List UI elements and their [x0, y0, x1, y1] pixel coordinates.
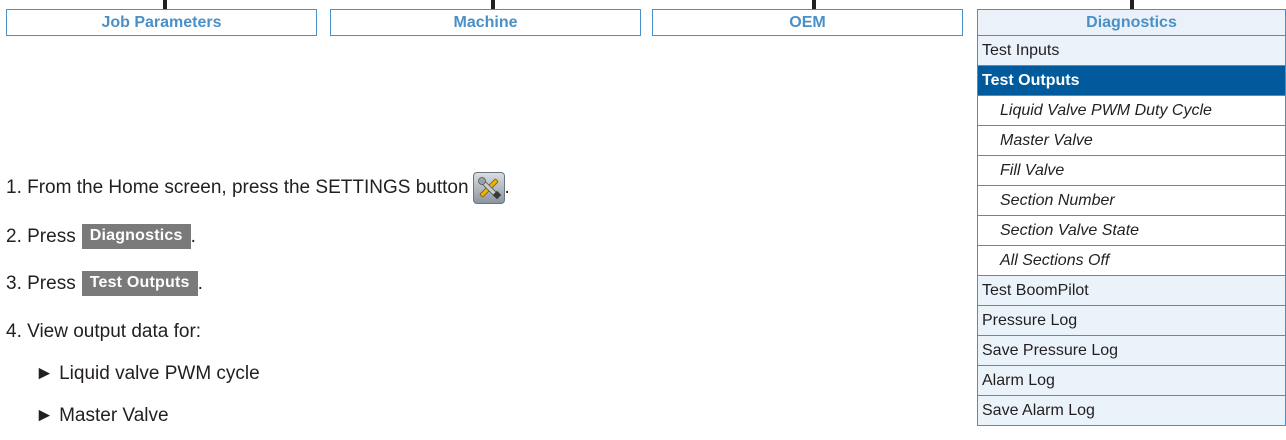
- menu-item-test-inputs[interactable]: Test Inputs: [977, 36, 1286, 66]
- diagnostics-button-chip: Diagnostics: [81, 224, 191, 249]
- step-1-end: .: [504, 177, 510, 198]
- step-4-text: 4. View output data for:: [6, 321, 202, 342]
- menu-subitem-master-valve[interactable]: Master Valve: [977, 126, 1286, 156]
- menu-subitem-liquid-valve-pwm[interactable]: Liquid Valve PWM Duty Cycle: [977, 96, 1286, 126]
- settings-tools-icon: [472, 172, 505, 204]
- step-4: 4. View output data for:: [6, 321, 201, 343]
- tab-machine[interactable]: Machine: [330, 9, 641, 36]
- step-3-end: .: [197, 272, 203, 294]
- tab-diagnostics[interactable]: Diagnostics: [977, 9, 1286, 36]
- tab-tick: [163, 0, 167, 9]
- step-3-text: 3. Press: [6, 272, 76, 294]
- tab-tick: [812, 0, 816, 9]
- menu-item-pressure-log[interactable]: Pressure Log: [977, 306, 1286, 336]
- menu-subitem-section-number[interactable]: Section Number: [977, 186, 1286, 216]
- menu-item-save-pressure-log[interactable]: Save Pressure Log: [977, 336, 1286, 366]
- tab-tick: [1130, 0, 1134, 9]
- tab-job-parameters[interactable]: Job Parameters: [6, 9, 317, 36]
- step-2-text: 2. Press: [6, 225, 76, 247]
- step-1: 1. From the Home screen, press the SETTI…: [6, 172, 510, 204]
- menu-subitem-section-valve-state[interactable]: Section Valve State: [977, 216, 1286, 246]
- menu-item-save-alarm-log[interactable]: Save Alarm Log: [977, 396, 1286, 426]
- menu-subitem-all-sections-off[interactable]: All Sections Off: [977, 246, 1286, 276]
- step-2-end: .: [190, 225, 196, 247]
- bullet-master-valve: ► Master Valve: [35, 405, 169, 426]
- tab-oem[interactable]: OEM: [652, 9, 963, 36]
- tab-tick: [491, 0, 495, 9]
- menu-item-test-boompilot[interactable]: Test BoomPilot: [977, 276, 1286, 306]
- menu-item-test-outputs[interactable]: Test Outputs: [977, 66, 1286, 96]
- step-2: 2. Press Diagnostics .: [6, 224, 196, 249]
- test-outputs-button-chip: Test Outputs: [81, 271, 198, 296]
- bullet-liquid-valve: ► Liquid valve PWM cycle: [35, 363, 260, 384]
- step-1-text: 1. From the Home screen, press the SETTI…: [6, 177, 469, 198]
- menu-subitem-fill-valve[interactable]: Fill Valve: [977, 156, 1286, 186]
- menu-item-alarm-log[interactable]: Alarm Log: [977, 366, 1286, 396]
- step-3: 3. Press Test Outputs .: [6, 271, 203, 296]
- diagnostics-menu: Test Inputs Test Outputs Liquid Valve PW…: [977, 36, 1286, 426]
